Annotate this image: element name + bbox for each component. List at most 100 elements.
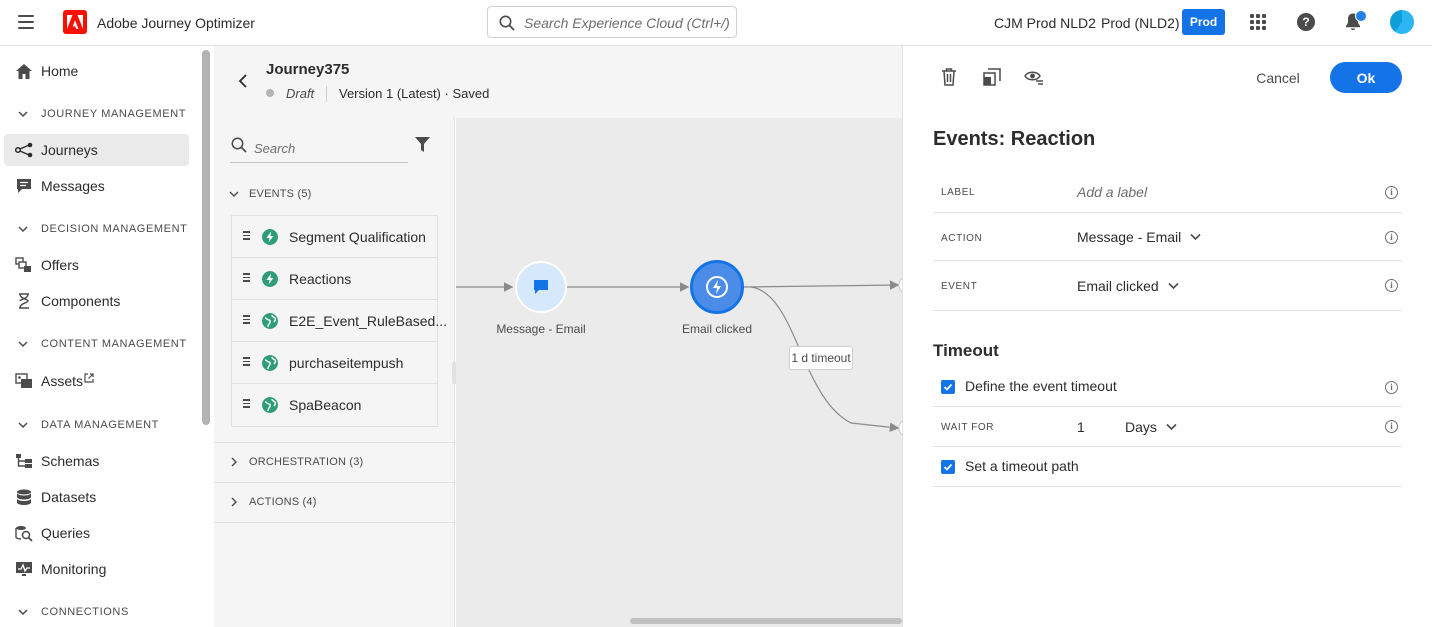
chevron-down-icon [18,609,28,616]
event-field-key: EVENT [941,281,978,292]
info-icon[interactable]: i [1385,231,1398,244]
nav-item-label: Journeys [41,142,98,158]
cancel-button[interactable]: Cancel [1247,64,1309,92]
info-icon[interactable]: i [1385,186,1398,199]
nav-item-home[interactable]: Home [4,55,189,87]
help-icon[interactable]: ? [1297,13,1315,31]
nav-item-offers[interactable]: Offers [4,249,189,281]
nav-section-connections[interactable]: CONNECTIONS [18,606,129,618]
nav-item-journeys[interactable]: Journeys [4,134,189,166]
nav-scrollbar[interactable] [202,50,210,425]
category-label: ACTIONS (4) [249,496,317,508]
nav-section-data-management[interactable]: DATA MANAGEMENT [18,419,159,431]
chevron-right-icon [231,497,237,507]
nav-item-messages[interactable]: Messages [4,170,189,202]
wait-for-unit-dropdown[interactable]: Days [1125,419,1177,435]
nav-section-label: CONNECTIONS [41,606,129,618]
nav-section-journey-management[interactable]: JOURNEY MANAGEMENT [18,108,186,120]
palette-category-actions[interactable]: ACTIONS (4) [229,496,317,508]
nav-item-assets[interactable]: Assets [4,365,189,397]
email-clicked-node[interactable] [690,260,744,314]
nav-item-queries[interactable]: Queries [4,517,189,549]
ok-button[interactable]: Ok [1330,62,1402,93]
drag-handle-icon[interactable] [243,399,250,410]
journey-connectors [456,277,902,436]
drag-handle-icon[interactable] [243,357,250,368]
action-dropdown[interactable]: Message - Email [1077,229,1201,245]
nav-item-label: Home [41,63,79,79]
nav-section-decision-management[interactable]: DECISION MANAGEMENT [18,223,187,235]
nav-item-label: Schemas [41,453,100,469]
timeout-path-checkbox[interactable] [941,460,955,474]
journey-name[interactable]: Journey375 [266,61,349,78]
define-timeout-checkbox[interactable] [941,380,955,394]
journey-icon [15,141,33,159]
nav-item-components[interactable]: Components [4,285,189,317]
filter-icon[interactable] [415,137,430,153]
nav-section-label: DECISION MANAGEMENT [41,223,188,235]
list-item[interactable]: purchaseitempush [232,342,437,384]
list-item[interactable]: SpaBeacon [232,384,437,426]
event-label: SpaBeacon [289,397,362,413]
drag-handle-icon[interactable] [243,231,250,242]
wait-for-value-input[interactable]: 1 [1077,419,1085,435]
global-search-input[interactable] [524,13,729,33]
palette-search[interactable] [230,133,408,163]
event-list: Segment Qualification Reactions E2E_Even… [231,215,447,427]
drag-handle-icon[interactable] [243,315,250,326]
nav-item-monitoring[interactable]: Monitoring [4,553,189,585]
label-input[interactable]: Add a label [1077,184,1147,200]
nav-section-content-management[interactable]: CONTENT MANAGEMENT [18,338,187,350]
app-switcher-icon[interactable] [1250,14,1266,30]
back-chevron-icon[interactable] [238,74,248,88]
timeout-path-label[interactable]: Set a timeout path [965,458,1079,474]
divider [214,522,455,523]
palette-category-events[interactable]: EVENTS (5) [229,188,312,200]
palette-category-orchestration[interactable]: ORCHESTRATION (3) [229,456,363,468]
wait-for-key: WAIT FOR [941,422,995,433]
env-badge[interactable]: Prod [1182,9,1225,35]
checkmark-icon [943,383,953,391]
drag-handle-icon[interactable] [243,273,250,284]
view-payload-icon[interactable] [1024,68,1044,86]
panel-title: Events: Reaction [933,128,1096,150]
org-switcher[interactable]: CJM Prod NLD2 [994,15,1096,31]
palette-search-input[interactable] [254,138,404,158]
user-avatar[interactable] [1390,10,1414,34]
nav-item-schemas[interactable]: Schemas [4,445,189,477]
action-dropdown-value: Message - Email [1077,229,1182,245]
list-item[interactable]: Reactions [232,258,437,300]
adobe-logo-icon[interactable] [63,10,87,34]
delete-icon[interactable] [941,68,957,86]
hamburger-menu-icon[interactable] [18,15,34,29]
list-item[interactable]: E2E_Event_RuleBased... [232,300,447,342]
canvas-scrollbar[interactable] [630,618,902,624]
offers-icon [15,256,33,274]
nav-section-label: JOURNEY MANAGEMENT [41,108,187,120]
event-dropdown[interactable]: Email clicked [1077,278,1179,294]
node-label: Message - Email [496,322,586,336]
app-title[interactable]: Adobe Journey Optimizer [97,15,255,31]
nav-item-label: Assets [41,373,84,389]
duplicate-icon[interactable] [983,68,1001,86]
nav-item-datasets[interactable]: Datasets [4,481,189,513]
journey-canvas[interactable]: Message - Email Email clicked 1 d timeou… [456,118,902,627]
nav-section-label: CONTENT MANAGEMENT [41,338,187,350]
list-item[interactable]: Segment Qualification [232,216,437,258]
info-icon[interactable]: i [1385,381,1398,394]
event-label: E2E_Event_RuleBased... [289,313,447,329]
nav-item-label: Messages [41,178,105,194]
sandbox-switcher[interactable]: Prod (NLD2) [1101,15,1180,31]
database-icon [15,488,33,506]
message-email-node[interactable] [515,261,567,313]
global-search[interactable] [487,6,737,38]
nav-item-label: Queries [41,525,91,541]
search-icon [231,137,247,153]
node-label: Email clicked [681,322,753,336]
info-icon[interactable]: i [1385,420,1398,433]
timeout-path-label[interactable]: 1 d timeout [789,346,853,370]
info-icon[interactable]: i [1385,279,1398,292]
divider [326,86,327,102]
define-timeout-label[interactable]: Define the event timeout [965,378,1117,394]
notification-badge [1355,10,1367,22]
